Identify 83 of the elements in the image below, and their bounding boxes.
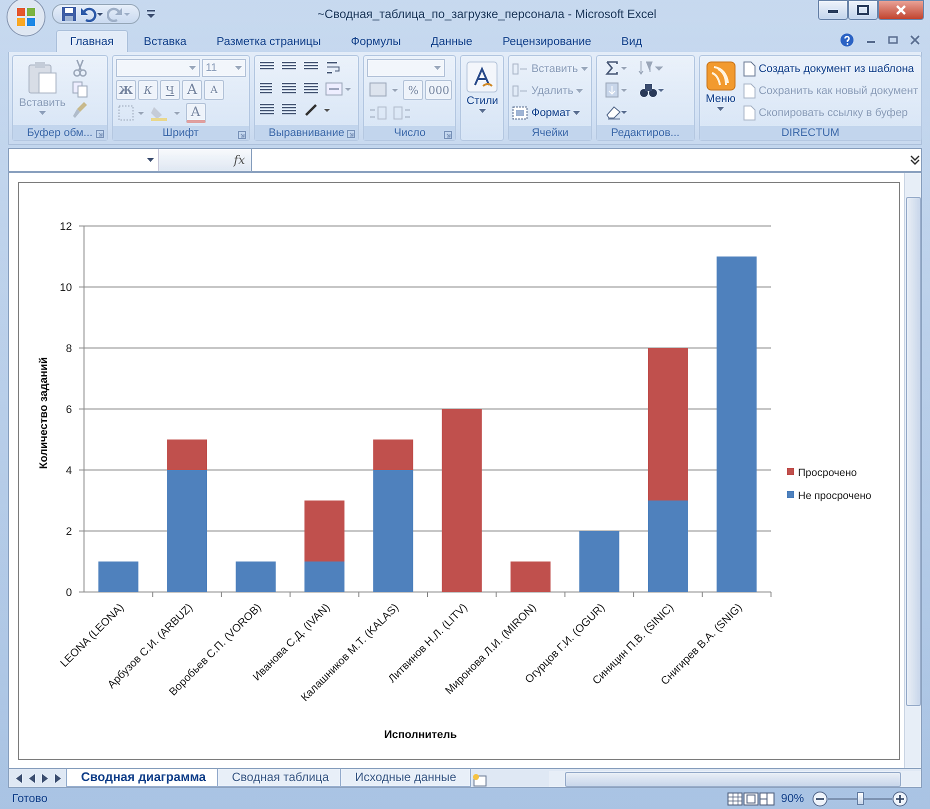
y-tick-label: 0 <box>66 587 72 599</box>
group-label: Ячейки <box>532 127 569 139</box>
menu-button[interactable]: Меню <box>702 59 739 113</box>
shrink-font-button[interactable]: A <box>204 80 224 100</box>
y-tick-label: 2 <box>66 526 72 538</box>
y-tick-label: 8 <box>66 343 72 355</box>
customize-toolbar-icon[interactable] <box>146 9 156 19</box>
x-axis-title: Исполнитель <box>384 729 457 741</box>
grow-font-button[interactable]: A <box>182 80 202 100</box>
restore-icon[interactable] <box>888 35 898 45</box>
close-button[interactable] <box>878 0 924 20</box>
caret-icon[interactable] <box>717 107 724 111</box>
font-name-field[interactable] <box>116 59 200 77</box>
ribbon-tab[interactable]: Рецензирование <box>488 30 606 52</box>
y-tick-label: 10 <box>60 282 72 294</box>
document-icon <box>742 105 756 121</box>
undo-icon[interactable] <box>80 6 104 22</box>
page-break-icon[interactable] <box>758 792 775 806</box>
copy-icon[interactable] <box>72 80 88 98</box>
bar <box>98 562 138 592</box>
group-label: Буфер обм... <box>27 126 93 138</box>
ribbon-tab[interactable]: Вид <box>607 30 656 52</box>
ribbon-tab[interactable]: Данные <box>416 30 486 52</box>
percent-button[interactable]: % <box>403 80 424 100</box>
font-color-button[interactable]: A <box>186 103 206 123</box>
help-icon[interactable] <box>840 33 854 47</box>
group-label: Число <box>394 127 426 139</box>
ribbon-tab[interactable]: Разметка страницы <box>202 30 335 52</box>
y-axis-title: Количество заданий <box>38 357 50 469</box>
minimize-button[interactable] <box>818 0 848 20</box>
zoom-in-icon[interactable] <box>892 791 908 807</box>
scissors-icon[interactable] <box>72 59 88 77</box>
group-label: DIRECTUM <box>781 127 840 139</box>
bar <box>510 562 551 592</box>
number-format-field[interactable] <box>367 59 446 77</box>
directum-menu-item[interactable]: Создать документ из шаблона <box>742 59 918 79</box>
italic-button[interactable]: К <box>138 80 158 100</box>
binoculars-icon[interactable] <box>638 81 664 99</box>
ribbon-tab[interactable]: Вставка <box>130 30 201 52</box>
y-tick-label: 12 <box>60 221 72 233</box>
legend-label: Не просрочено <box>798 490 872 502</box>
merge-cells-icon[interactable] <box>324 80 352 98</box>
styles-icon <box>466 61 498 93</box>
document-icon <box>742 83 756 99</box>
zoom-level[interactable]: 90% <box>780 793 804 805</box>
legend-label: Просрочено <box>798 467 857 479</box>
ribbon-tab[interactable]: Главная <box>56 30 128 52</box>
clipboard-icon <box>26 61 58 95</box>
horizontal-scrollbar[interactable] <box>549 771 921 787</box>
zoom-slider[interactable] <box>828 792 892 806</box>
sum-icon[interactable] <box>604 59 628 77</box>
group-label: Выравнивание <box>268 126 344 138</box>
format-icon <box>512 106 528 120</box>
thousands-button[interactable]: 000 <box>425 80 452 100</box>
window-title: ~Сводная_таблица_по_загрузке_персонала - Microsoft Excel <box>316 7 658 21</box>
document-icon <box>742 61 756 77</box>
zoom-out-icon[interactable] <box>812 791 828 807</box>
rows-icon <box>512 62 528 76</box>
directum-logo-icon <box>706 61 736 91</box>
close-icon[interactable] <box>910 35 920 45</box>
bar <box>579 531 620 592</box>
maximize-icon[interactable] <box>857 5 869 15</box>
insert-sheet-icon[interactable] <box>471 773 490 787</box>
page-layout-icon[interactable] <box>742 792 759 806</box>
y-tick-label: 4 <box>66 465 72 477</box>
bold-button[interactable]: Ж <box>116 80 136 100</box>
sheet-tab[interactable]: Исходные данные <box>340 769 472 787</box>
caret-icon[interactable] <box>478 109 486 113</box>
vertical-scrollbar[interactable] <box>904 173 921 768</box>
maximize-button[interactable] <box>848 0 878 20</box>
caret-icon[interactable] <box>573 111 580 115</box>
group-label: Шрифт <box>162 127 199 139</box>
save-icon[interactable] <box>61 6 77 22</box>
y-tick-label: 6 <box>66 404 72 416</box>
underline-button[interactable]: Ч <box>160 80 180 100</box>
status-text: Готово <box>12 793 48 805</box>
ribbon-tab[interactable]: Формулы <box>336 30 415 52</box>
bar <box>236 562 276 592</box>
rows-icon <box>512 84 528 98</box>
group-label: Редактиров... <box>610 126 680 138</box>
cells-menu-button[interactable]: Формат <box>512 103 588 123</box>
office-button-icon[interactable] <box>6 0 46 36</box>
normal-view-icon[interactable] <box>726 792 743 806</box>
